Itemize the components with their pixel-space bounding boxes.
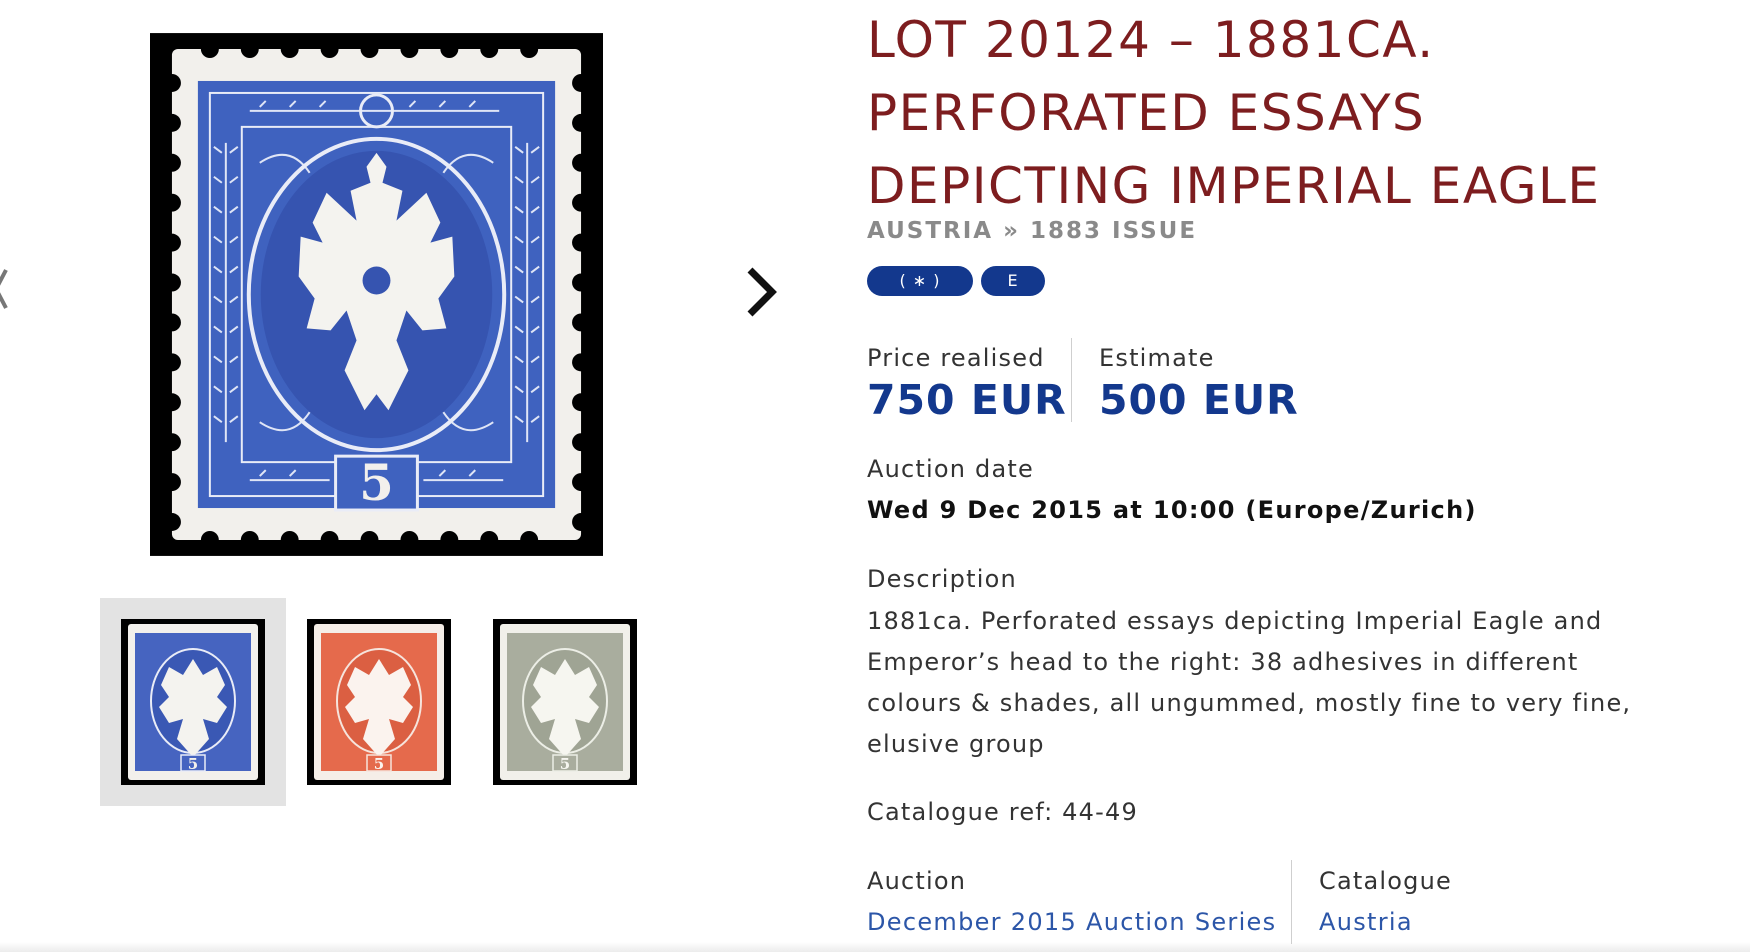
catalogue-ref: Catalogue ref: 44-49 xyxy=(867,798,1138,826)
stamp-value-numeral: 5 xyxy=(359,453,394,512)
main-stamp-image[interactable]: 5 xyxy=(150,33,603,556)
lot-title-line-1: LOT 20124 – 1881CA. xyxy=(867,11,1435,69)
essay-badge: E xyxy=(981,266,1045,296)
description-text: 1881ca. Perforated essays depicting Impe… xyxy=(867,607,1632,758)
price-realised-value: 750 EUR xyxy=(867,376,1067,424)
bottom-shadow xyxy=(0,942,1750,952)
lot-title-line-3: DEPICTING IMPERIAL EAGLE xyxy=(867,157,1601,215)
auction-date-label: Auction date xyxy=(867,455,1034,483)
thumbnail-1-numeral: 5 xyxy=(188,755,198,773)
thumbnail-3-numeral: 5 xyxy=(560,755,570,773)
chevron-left-icon xyxy=(0,269,8,309)
auction-catalogue-divider xyxy=(1291,860,1292,944)
next-image-arrow[interactable] xyxy=(742,262,782,322)
grey-stamp-thumbnail-image: 5 xyxy=(493,619,637,785)
red-stamp-thumbnail-image: 5 xyxy=(307,619,451,785)
stamp-picture: 5 xyxy=(150,33,603,556)
catalogue-label: Catalogue xyxy=(1319,867,1452,895)
lot-title-line-2: PERFORATED ESSAYS xyxy=(867,84,1426,142)
thumbnail-1[interactable]: 5 xyxy=(100,598,286,806)
chevron-right-icon xyxy=(747,267,777,317)
breadcrumb-country-link[interactable]: AUSTRIA xyxy=(867,218,993,244)
previous-image-arrow[interactable] xyxy=(0,264,8,314)
thumbnail-strip: 5 5 5 xyxy=(100,598,660,806)
price-divider xyxy=(1071,338,1072,422)
thumbnail-2-numeral: 5 xyxy=(374,755,384,773)
estimate-value: 500 EUR xyxy=(1099,376,1299,424)
auction-series-link[interactable]: December 2015 Auction Series xyxy=(867,908,1276,936)
breadcrumb: AUSTRIA » 1883 ISSUE xyxy=(867,218,1197,244)
auction-date-value: Wed 9 Dec 2015 at 10:00 (Europe/Zurich) xyxy=(867,496,1477,524)
thumbnail-2[interactable]: 5 xyxy=(286,598,472,806)
lot-title: LOT 20124 – 1881CA. PERFORATED ESSAYS DE… xyxy=(867,4,1727,223)
description-label: Description xyxy=(867,565,1017,593)
catalogue-link[interactable]: Austria xyxy=(1319,908,1413,936)
blue-stamp-thumbnail-image: 5 xyxy=(121,619,265,785)
auction-label: Auction xyxy=(867,867,967,895)
estimate-label: Estimate xyxy=(1099,344,1215,372)
price-realised-label: Price realised xyxy=(867,344,1045,372)
thumbnail-3[interactable]: 5 xyxy=(472,598,658,806)
breadcrumb-issue-link[interactable]: 1883 ISSUE xyxy=(1030,218,1197,244)
unused-without-gum-badge: ( ∗ ) xyxy=(867,266,973,296)
breadcrumb-separator: » xyxy=(1003,218,1020,244)
